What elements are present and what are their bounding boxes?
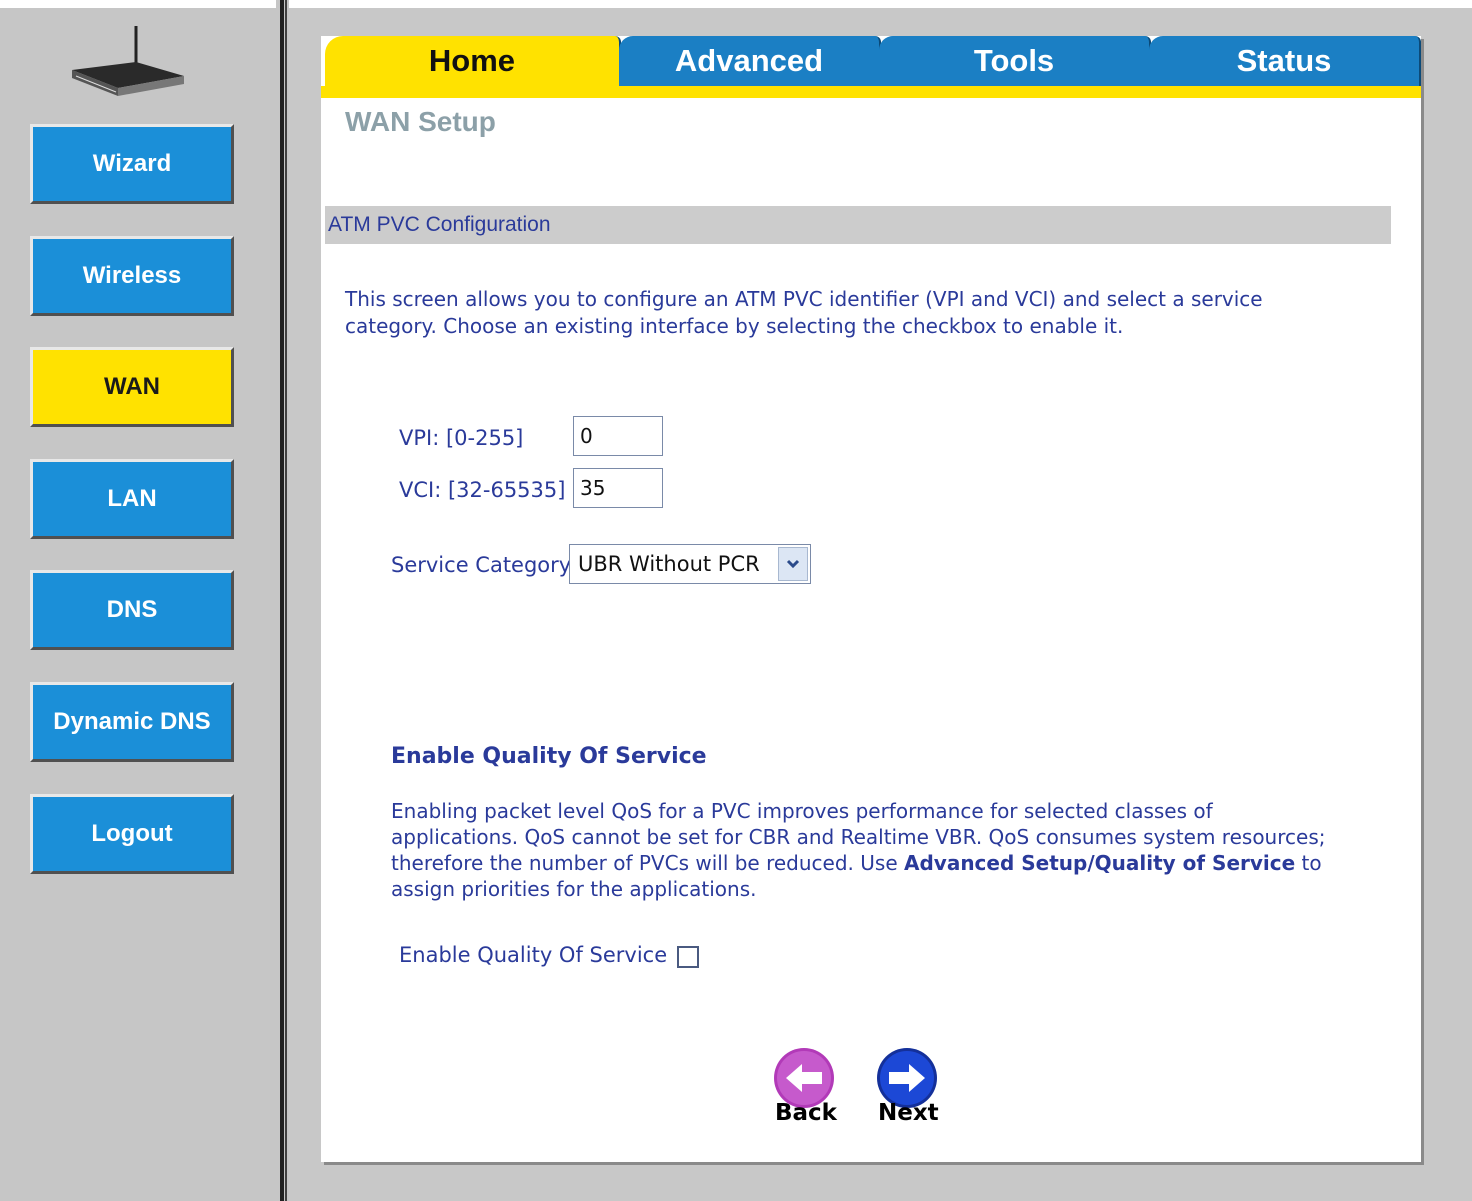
tab-home[interactable]: Home: [325, 36, 621, 86]
back-button[interactable]: Back: [775, 1100, 837, 1126]
top-tabs: Home Advanced Tools Status: [321, 36, 1421, 98]
sidebar-item-dynamic-dns[interactable]: Dynamic DNS: [30, 682, 234, 762]
sidebar-top-strip: [0, 0, 276, 8]
vci-input[interactable]: [573, 468, 663, 508]
vpi-label: VPI: [0-255]: [399, 426, 524, 450]
sidebar-item-wireless[interactable]: Wireless: [30, 236, 234, 316]
sidebar-item-wan[interactable]: WAN: [30, 347, 234, 427]
vci-label: VCI: [32-65535]: [399, 478, 566, 502]
tab-underline: [321, 86, 1421, 98]
sidebar-item-lan[interactable]: LAN: [30, 459, 234, 539]
vpi-input[interactable]: [573, 416, 663, 456]
tab-status[interactable]: Status: [1149, 36, 1421, 86]
tab-tools[interactable]: Tools: [879, 36, 1151, 86]
sidebar-divider: [276, 0, 289, 1201]
qos-advanced-link[interactable]: Advanced Setup/Quality of Service: [904, 851, 1295, 875]
service-category-value: UBR Without PCR: [578, 552, 760, 576]
qos-checkbox[interactable]: [677, 946, 699, 968]
chevron-down-icon[interactable]: [778, 547, 808, 581]
page-description: This screen allows you to configure an A…: [345, 287, 1263, 338]
sidebar-item-wizard[interactable]: Wizard: [30, 124, 234, 204]
section-header: ATM PVC Configuration: [325, 206, 1391, 244]
qos-checkbox-label: Enable Quality Of Service: [399, 943, 668, 967]
service-category-label: Service Category:: [391, 553, 577, 577]
tab-advanced[interactable]: Advanced: [619, 36, 881, 86]
service-category-select[interactable]: UBR Without PCR: [569, 544, 811, 584]
router-icon: [72, 26, 184, 96]
qos-description: Enabling packet level QoS for a PVC impr…: [391, 798, 1331, 902]
qos-title: Enable Quality Of Service: [391, 744, 707, 769]
sidebar-item-dns[interactable]: DNS: [30, 570, 234, 650]
sidebar-item-logout[interactable]: Logout: [30, 794, 234, 874]
content-panel: Home Advanced Tools Status WAN Setup ATM…: [321, 36, 1421, 1162]
next-button[interactable]: Next: [878, 1100, 939, 1126]
page-title: WAN Setup: [345, 106, 496, 137]
sidebar: Wizard Wireless WAN LAN DNS Dynamic DNS …: [0, 0, 276, 1201]
